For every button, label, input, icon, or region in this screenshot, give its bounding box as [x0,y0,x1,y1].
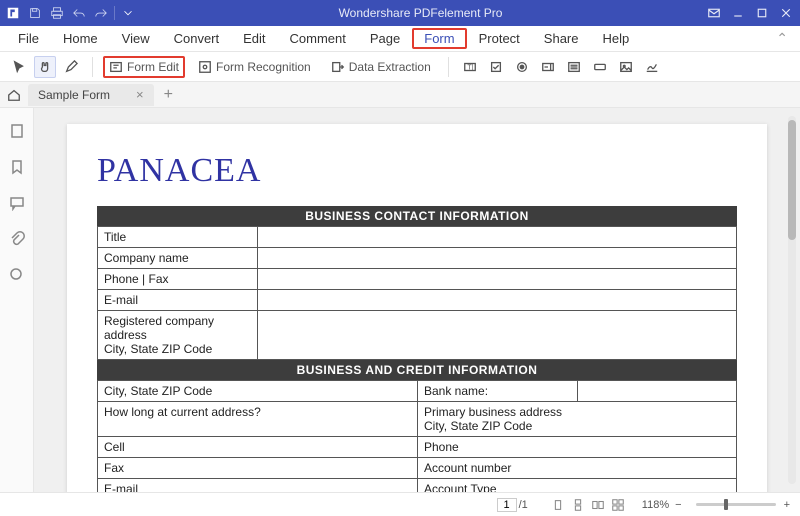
menu-comment[interactable]: Comment [278,28,358,49]
document-brand: PANACEA [97,152,737,190]
document-tab-bar: Sample Form × + [0,82,800,108]
select-tool-icon[interactable] [8,56,30,78]
document-canvas[interactable]: PANACEA BUSINESS CONTACT INFORMATION Tit… [34,108,800,492]
zoom-slider[interactable] [696,503,776,506]
print-icon[interactable] [48,4,66,22]
collapse-ribbon-icon[interactable]: ⌃ [770,30,794,47]
qat-dropdown-icon[interactable] [119,4,137,22]
zoom-slider-handle[interactable] [724,499,728,510]
toolbar-divider [92,57,93,77]
form-recognition-label: Form Recognition [216,60,311,74]
toolbar-divider [448,57,449,77]
new-tab-button[interactable]: + [160,86,177,104]
combo-field-icon[interactable] [537,56,559,78]
menu-view[interactable]: View [110,28,162,49]
app-title: Wondershare PDFelement Pro [137,6,704,20]
table-row: FaxAccount number [98,458,737,479]
menu-protect[interactable]: Protect [467,28,532,49]
page-input[interactable] [497,498,517,512]
table-row: Phone | Fax [98,269,737,290]
signature-field-icon[interactable] [641,56,663,78]
close-button[interactable] [776,4,796,22]
menu-edit[interactable]: Edit [231,28,277,49]
table-row: Title [98,227,737,248]
section-header: BUSINESS CONTACT INFORMATION [97,206,737,226]
image-field-icon[interactable] [615,56,637,78]
attachments-icon[interactable] [8,230,26,248]
thumbnails-icon[interactable] [8,122,26,140]
document-tab[interactable]: Sample Form × [28,84,154,106]
data-extraction-icon [331,60,345,74]
view-facing-cont-icon[interactable] [609,497,627,513]
section-header: BUSINESS AND CREDIT INFORMATION [97,360,737,380]
table-row: Company name [98,248,737,269]
window-controls [704,4,800,22]
view-continuous-icon[interactable] [569,497,587,513]
quick-actions [0,4,137,22]
qat-divider [114,6,115,20]
menu-home[interactable]: Home [51,28,110,49]
maximize-button[interactable] [752,4,772,22]
page-indicator: /1 [497,498,528,512]
checkbox-field-icon[interactable] [485,56,507,78]
table-row: E-mail [98,290,737,311]
comments-icon[interactable] [8,194,26,212]
bookmarks-icon[interactable] [8,158,26,176]
svg-text:T|: T| [467,64,473,71]
form-edit-button[interactable]: Form Edit [103,56,185,78]
side-panel [0,108,34,492]
form-edit-icon [109,60,123,74]
menu-share[interactable]: Share [532,28,591,49]
menu-form[interactable]: Form [412,28,466,49]
view-single-icon[interactable] [549,497,567,513]
form-table-1: Title Company name Phone | Fax E-mail Re… [97,226,737,360]
edit-tool-icon[interactable] [60,56,82,78]
menu-bar: File Home View Convert Edit Comment Page… [0,26,800,52]
save-icon[interactable] [26,4,44,22]
menu-convert[interactable]: Convert [162,28,232,49]
table-row: City, State ZIP CodeBank name: [98,381,737,402]
table-row: E-mailAccount Type [98,479,737,493]
minimize-button[interactable] [728,4,748,22]
form-table-2: City, State ZIP CodeBank name: How long … [97,380,737,492]
page-total: /1 [519,499,528,511]
data-extraction-button[interactable]: Data Extraction [324,56,438,78]
undo-icon[interactable] [70,4,88,22]
title-bar: Wondershare PDFelement Pro [0,0,800,26]
close-tab-icon[interactable]: × [136,87,144,102]
menu-help[interactable]: Help [591,28,642,49]
hand-tool-icon[interactable] [34,56,56,78]
table-row: CellPhone [98,437,737,458]
zoom-value: 118% [642,499,669,511]
view-facing-icon[interactable] [589,497,607,513]
app-logo-icon [4,4,22,22]
status-bar: /1 118% − + [0,492,800,516]
mail-icon[interactable] [704,4,724,22]
work-area: PANACEA BUSINESS CONTACT INFORMATION Tit… [0,108,800,492]
table-row: Registered company addressCity, State ZI… [98,311,737,360]
list-field-icon[interactable] [563,56,585,78]
text-field-icon[interactable]: T| [459,56,481,78]
tab-home-icon[interactable] [6,87,22,103]
form-edit-label: Form Edit [127,60,179,74]
menu-page[interactable]: Page [358,28,412,49]
button-field-icon[interactable] [589,56,611,78]
scrollbar-thumb[interactable] [788,120,796,240]
data-extraction-label: Data Extraction [349,60,431,74]
document-tab-label: Sample Form [38,88,110,102]
zoom-in-button[interactable]: + [784,499,800,511]
menu-file[interactable]: File [6,28,51,49]
redo-icon[interactable] [92,4,110,22]
ribbon-toolbar: Form Edit Form Recognition Data Extracti… [0,52,800,82]
vertical-scrollbar[interactable] [788,116,796,484]
table-row: How long at current address?Primary busi… [98,402,737,437]
radio-field-icon[interactable] [511,56,533,78]
search-panel-icon[interactable] [8,266,26,284]
zoom-out-button[interactable]: − [669,499,687,511]
form-recognition-button[interactable]: Form Recognition [191,56,318,78]
form-recognition-icon [198,60,212,74]
page-content: PANACEA BUSINESS CONTACT INFORMATION Tit… [67,124,767,492]
